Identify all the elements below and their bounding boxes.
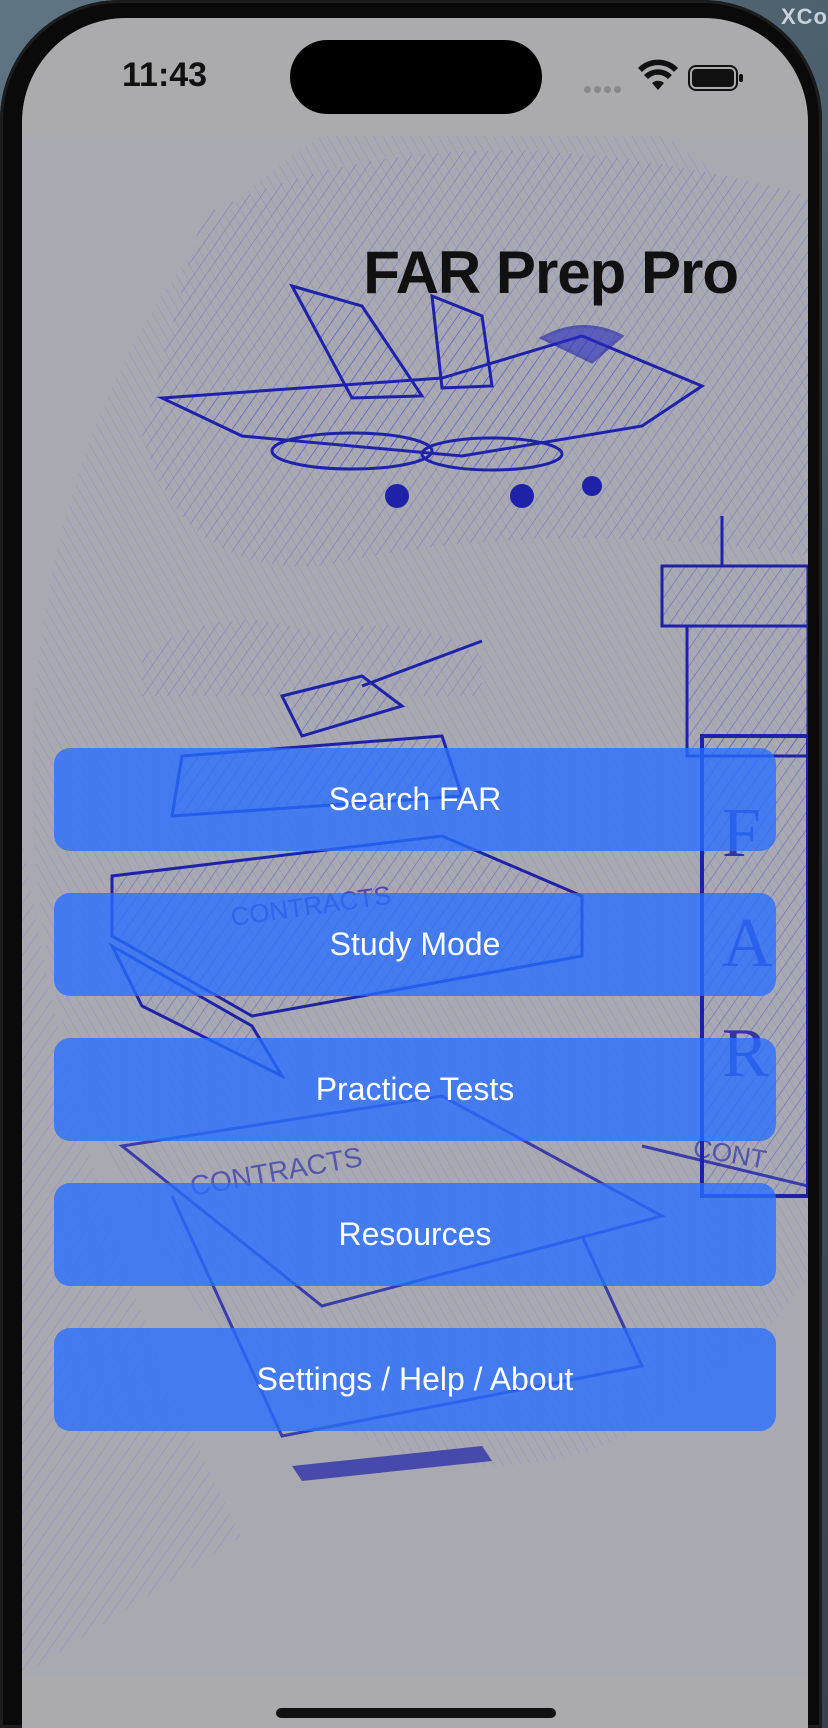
home-indicator[interactable] (276, 1708, 556, 1718)
phone-screen: 11:43 CONTRACTS CONT FAR Prep Pro Search… (22, 18, 808, 1728)
phone-frame: 11:43 CONTRACTS CONT FAR Prep Pro Search… (0, 0, 822, 1728)
dynamic-island (290, 40, 542, 114)
status-time: 11:43 (122, 56, 208, 94)
search-far-button[interactable]: Search FAR (54, 748, 776, 851)
study-mode-button[interactable]: Study Mode (54, 893, 776, 996)
practice-tests-button[interactable]: Practice Tests (54, 1038, 776, 1141)
app-title: FAR Prep Pro (363, 239, 739, 306)
status-bar: 11:43 (22, 18, 808, 138)
settings-help-about-button[interactable]: Settings / Help / About (54, 1328, 776, 1431)
main-content: F A R CONTRACTS CONTRACTS CONT (22, 136, 808, 1676)
main-menu: Search FAR Study Mode Practice Tests Res… (54, 748, 776, 1473)
bottom-safe-area (22, 1676, 808, 1728)
wifi-icon (638, 59, 678, 90)
resources-button[interactable]: Resources (54, 1183, 776, 1286)
signal-dots-icon (584, 80, 624, 93)
battery-icon (688, 65, 743, 91)
